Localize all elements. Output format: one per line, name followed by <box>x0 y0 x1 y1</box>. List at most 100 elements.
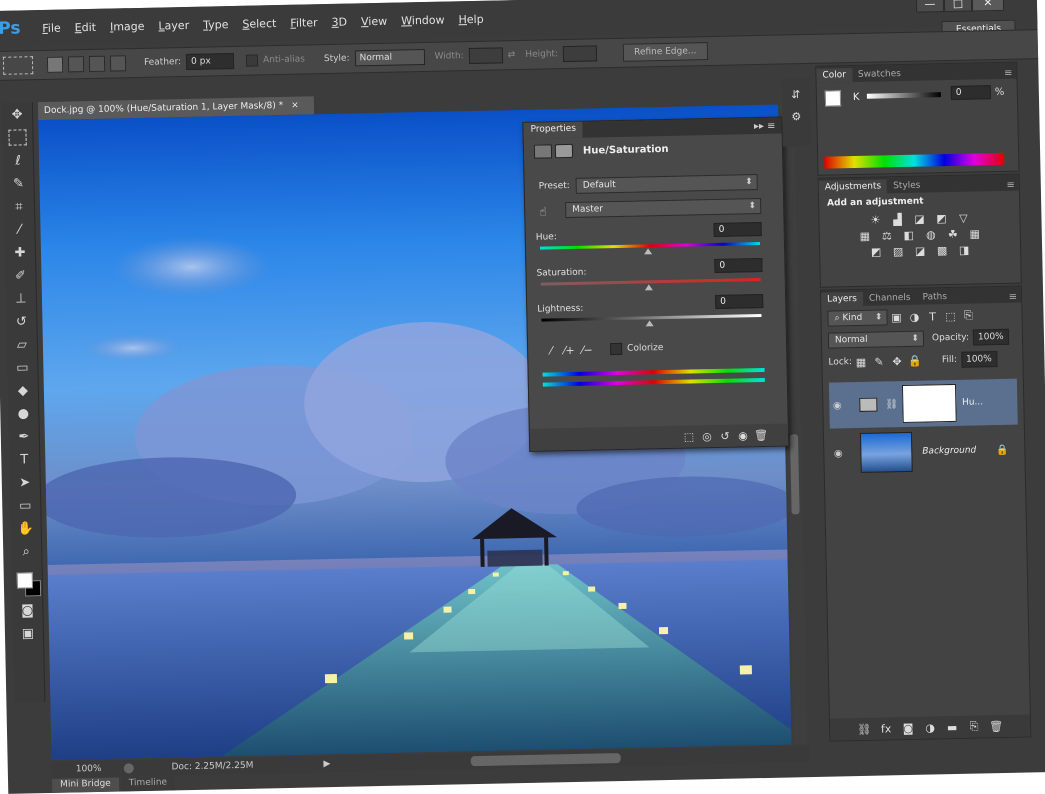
zoom-level[interactable]: 100% <box>76 764 102 775</box>
fg-color-chip[interactable] <box>824 90 842 107</box>
move-icon[interactable]: ✥ <box>5 103 29 125</box>
color-spectrum-bar[interactable] <box>824 152 1005 169</box>
tab-channels[interactable]: Channels <box>863 291 917 306</box>
history-brush-icon[interactable]: ↺ <box>9 310 33 332</box>
color-balance-icon[interactable]: ⚖ <box>878 227 896 243</box>
shape-icon[interactable]: ▭ <box>13 494 37 516</box>
color-lookup-icon[interactable]: ▦ <box>966 225 984 241</box>
eraser-icon[interactable]: ▱ <box>10 333 34 355</box>
black-white-icon[interactable]: ◧ <box>900 227 918 243</box>
tab-swatches[interactable]: Swatches <box>852 67 907 82</box>
color-swatches[interactable] <box>12 568 43 599</box>
stamp-icon[interactable]: ⊥ <box>9 287 33 309</box>
marquee-preset-icon[interactable] <box>2 56 34 75</box>
filter-adjustment-icon[interactable]: ◑ <box>905 309 923 325</box>
new-group-icon[interactable]: ▬ <box>943 719 961 735</box>
selective-color-icon[interactable]: ◨ <box>955 242 973 258</box>
invert-icon[interactable]: ◩ <box>867 243 885 259</box>
k-value-input[interactable]: 0 <box>950 85 991 100</box>
gradient-icon[interactable]: ▭ <box>10 356 34 378</box>
tab-mini-bridge[interactable]: Mini Bridge <box>52 777 119 793</box>
layer-name[interactable]: Hu... <box>962 397 983 407</box>
brightness-contrast-icon[interactable]: ☀ <box>866 211 884 227</box>
type-icon[interactable]: T <box>12 448 36 470</box>
lightness-input[interactable]: 0 <box>715 293 764 309</box>
photo-filter-icon[interactable]: ◍ <box>922 226 940 242</box>
menu-filter[interactable]: Filter <box>290 16 318 30</box>
layer-mask-thumbnail[interactable] <box>901 383 957 424</box>
dodge-icon[interactable]: ● <box>11 402 35 424</box>
width-input[interactable] <box>468 47 503 65</box>
lock-position-icon[interactable]: ✥ <box>888 353 906 369</box>
mask-link-icon[interactable]: ⛓ <box>885 399 898 410</box>
add-mask-icon[interactable]: ◙ <box>899 720 917 736</box>
pen-icon[interactable]: ✒ <box>12 425 36 447</box>
blur-icon[interactable]: ◆ <box>11 379 35 401</box>
style-select[interactable]: Normal <box>354 48 425 67</box>
saturation-slider-thumb[interactable] <box>644 284 653 291</box>
layer-visibility-eye-icon[interactable]: ◉ <box>829 400 845 411</box>
swap-icon[interactable]: ⇄ <box>508 50 516 60</box>
saturation-input[interactable]: 0 <box>714 257 763 273</box>
close-button[interactable]: ✕ <box>971 0 1005 12</box>
menu-file[interactable]: File <box>42 21 61 34</box>
menu-layer[interactable]: Layer <box>158 18 189 32</box>
eyedropper-subtract-icon[interactable]: ⁄− <box>578 341 596 357</box>
vertical-scroll-thumb[interactable] <box>789 434 800 515</box>
hand-icon[interactable]: ✋ <box>14 517 38 539</box>
filter-pixel-icon[interactable]: ▣ <box>887 309 905 325</box>
trash-icon[interactable]: 🗑 <box>752 427 770 443</box>
menu-view[interactable]: View <box>361 14 387 28</box>
menu-type[interactable]: Type <box>203 18 229 32</box>
eyedropper-sample-icon[interactable]: ⁄ <box>542 342 560 358</box>
tab-properties[interactable]: Properties <box>523 121 584 139</box>
tab-styles[interactable]: Styles <box>887 178 927 193</box>
curves-icon[interactable]: ◪ <box>910 210 928 226</box>
layer-visibility-eye-icon[interactable]: ◉ <box>830 448 846 459</box>
hue-slider-thumb[interactable] <box>644 248 653 255</box>
levels-icon[interactable]: ▟ <box>888 211 906 227</box>
path-select-icon[interactable]: ➤ <box>13 471 37 493</box>
k-slider-track[interactable] <box>866 92 941 99</box>
menu-help[interactable]: Help <box>458 12 483 26</box>
threshold-icon[interactable]: ◪ <box>911 242 929 258</box>
fill-input[interactable]: 100% <box>960 351 998 368</box>
link-layers-icon[interactable]: ⛓ <box>855 721 873 737</box>
horizontal-scroll-thumb[interactable] <box>470 753 621 767</box>
height-input[interactable] <box>562 45 598 63</box>
vibrance-icon[interactable]: ▽ <box>954 210 972 226</box>
antialias-checkbox[interactable] <box>245 54 259 67</box>
hue-input[interactable]: 0 <box>713 221 762 237</box>
intersect-selection-icon[interactable] <box>109 55 127 72</box>
visibility-icon[interactable]: ◉ <box>734 427 752 443</box>
posterize-icon[interactable]: ▨ <box>889 243 907 259</box>
gradient-map-icon[interactable]: ▩ <box>933 242 951 258</box>
tab-layers[interactable]: Layers <box>820 291 864 307</box>
color-panel-menu-icon[interactable]: ≡ <box>1004 68 1013 79</box>
lock-transparency-icon[interactable]: ▦ <box>852 354 870 370</box>
adjustment-icon[interactable] <box>533 144 553 159</box>
targeted-adjustment-icon[interactable]: ☝ <box>539 204 547 218</box>
view-previous-icon[interactable]: ◎ <box>698 428 716 444</box>
quick-mask-icon[interactable]: ◙ <box>15 599 39 621</box>
properties-panel-icon[interactable]: ⚙ <box>787 108 805 124</box>
filter-shape-icon[interactable]: ⬚ <box>941 308 959 324</box>
status-icon[interactable] <box>123 763 134 774</box>
channel-mixer-icon[interactable]: ☘ <box>944 226 962 242</box>
filter-type-icon[interactable]: T <box>923 308 941 324</box>
minimize-button[interactable]: — <box>915 0 945 13</box>
feather-input[interactable]: 0 px <box>185 52 235 70</box>
new-selection-icon[interactable] <box>46 56 64 73</box>
quick-select-icon[interactable]: ✎ <box>6 172 30 194</box>
clip-to-layer-icon[interactable]: ⬚ <box>680 428 698 444</box>
healing-icon[interactable]: ✚ <box>8 241 32 263</box>
filter-smart-icon[interactable]: ⎘ <box>959 307 977 323</box>
close-tab-icon[interactable]: × <box>291 101 299 111</box>
opacity-input[interactable]: 100% <box>972 328 1010 346</box>
tab-adjustments[interactable]: Adjustments <box>818 179 888 195</box>
eyedropper-add-icon[interactable]: ⁄+ <box>560 342 578 358</box>
status-menu-arrow-icon[interactable]: ▶ <box>323 759 330 769</box>
screen-mode-icon[interactable]: ▣ <box>16 622 40 644</box>
add-selection-icon[interactable] <box>67 56 85 73</box>
subtract-selection-icon[interactable] <box>88 55 106 73</box>
